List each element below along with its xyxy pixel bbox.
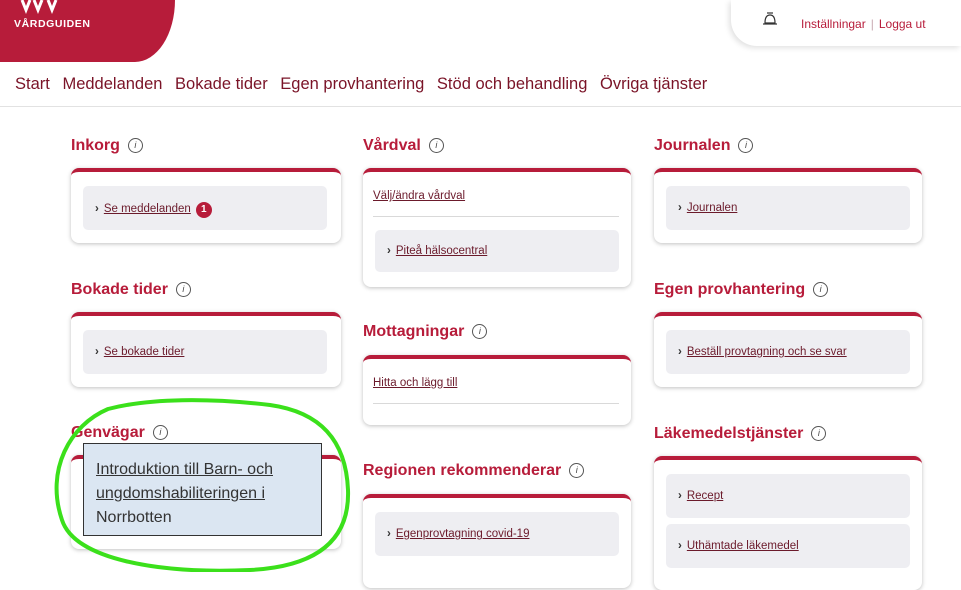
- vardguiden-logo[interactable]: VÅRDGUIDEN: [0, 0, 175, 62]
- info-icon[interactable]: i: [428, 138, 444, 153]
- hitta-och-lagg-till-link[interactable]: Hitta och lägg till: [373, 377, 457, 389]
- mottagningar-title: Mottagningar: [363, 323, 465, 340]
- unread-badge: 1: [195, 202, 212, 218]
- divider: [373, 216, 619, 217]
- pitea-halsocentral-item[interactable]: › Piteå hälsocentral: [375, 230, 619, 272]
- uthamtade-item[interactable]: › Uthämtade läkemedel: [666, 524, 910, 568]
- tooltip-line-1: Introduktion till Barn- och: [96, 461, 273, 478]
- chevron-right-icon: ›: [678, 540, 682, 552]
- journalen-link[interactable]: Journalen: [687, 202, 738, 214]
- info-icon[interactable]: i: [127, 138, 143, 153]
- lakemedel-card: › Recept › Uthämtade läkemedel: [654, 456, 922, 590]
- tooltip-line-3: Norrbotten: [96, 509, 172, 526]
- se-bokade-tider-item[interactable]: › Se bokade tider: [83, 330, 327, 374]
- recept-item[interactable]: › Recept: [666, 474, 910, 518]
- bestall-provtagning-link[interactable]: Beställ provtagning och se svar: [687, 346, 847, 358]
- info-icon[interactable]: i: [152, 425, 168, 440]
- se-bokade-tider-link[interactable]: Se bokade tider: [104, 346, 185, 358]
- recept-link[interactable]: Recept: [687, 490, 723, 502]
- section-title-vardval: Vårdval i: [363, 137, 444, 155]
- user-toolbar: Inställningar | Logga ut: [731, 0, 961, 46]
- chevron-right-icon: ›: [387, 528, 391, 540]
- info-icon[interactable]: i: [738, 138, 754, 153]
- egenprovtagning-item[interactable]: › Egenprovtagning covid-19: [375, 512, 619, 556]
- section-title-egen-provhantering: Egen provhantering i: [654, 281, 829, 299]
- vardval-card: Välj/ändra vårdval › Piteå hälsocentral: [363, 168, 631, 287]
- nav-egen-provhantering[interactable]: Egen provhantering: [280, 75, 424, 93]
- inkorg-card: › Se meddelanden 1: [71, 168, 341, 243]
- main-nav: Start Meddelanden Bokade tider Egen prov…: [15, 75, 715, 94]
- bokade-title: Bokade tider: [71, 281, 168, 298]
- info-icon[interactable]: i: [811, 426, 827, 441]
- regionen-title: Regionen rekommenderar: [363, 462, 562, 479]
- inkorg-title: Inkorg: [71, 137, 120, 154]
- bell-icon[interactable]: [761, 10, 779, 28]
- egen-provhantering-card: › Beställ provtagning och se svar: [654, 312, 922, 387]
- divider: [373, 403, 619, 404]
- mottagningar-card: Hitta och lägg till: [363, 355, 631, 425]
- section-title-genvagar: Genvägar i: [71, 424, 168, 442]
- chevron-right-icon: ›: [678, 490, 682, 502]
- valj-vardval-link[interactable]: Välj/ändra vårdval: [373, 190, 465, 202]
- nav-start[interactable]: Start: [15, 75, 50, 93]
- separator: |: [870, 17, 874, 31]
- section-title-inkorg: Inkorg i: [71, 137, 143, 155]
- section-title-lakemedel: Läkemedelstjänster i: [654, 425, 827, 443]
- nav-bokade-tider[interactable]: Bokade tider: [175, 75, 268, 93]
- journalen-title: Journalen: [654, 137, 731, 154]
- section-title-bokade: Bokade tider i: [71, 281, 191, 299]
- logo-mark-icon: [20, 0, 58, 14]
- chevron-right-icon: ›: [387, 245, 391, 257]
- se-meddelanden-item[interactable]: › Se meddelanden 1: [83, 186, 327, 230]
- bestall-provtagning-item[interactable]: › Beställ provtagning och se svar: [666, 330, 910, 374]
- lakemedel-title: Läkemedelstjänster: [654, 425, 804, 442]
- nav-stod-och-behandling[interactable]: Stöd och behandling: [437, 75, 587, 93]
- uthamtade-link[interactable]: Uthämtade läkemedel: [687, 540, 799, 552]
- section-title-regionen: Regionen rekommenderar i: [363, 462, 585, 480]
- info-icon[interactable]: i: [472, 324, 488, 339]
- shortcut-tooltip[interactable]: Introduktion till Barn- och ungdomshabil…: [83, 443, 322, 536]
- section-title-journalen: Journalen i: [654, 137, 754, 155]
- nav-ovriga-tjanster[interactable]: Övriga tjänster: [600, 75, 707, 93]
- chevron-right-icon: ›: [678, 346, 682, 358]
- bokade-card: › Se bokade tider: [71, 312, 341, 387]
- journalen-item[interactable]: › Journalen: [666, 186, 910, 230]
- egen-provhantering-title: Egen provhantering: [654, 281, 806, 298]
- egenprovtagning-link[interactable]: Egenprovtagning covid-19: [396, 528, 530, 540]
- journalen-card: › Journalen: [654, 168, 922, 243]
- section-title-mottagningar: Mottagningar i: [363, 323, 488, 341]
- logo-text: VÅRDGUIDEN: [14, 18, 91, 30]
- vardval-title: Vårdval: [363, 137, 421, 154]
- tooltip-line-2: ungdomshabiliteringen i: [96, 485, 265, 502]
- nav-meddelanden[interactable]: Meddelanden: [62, 75, 162, 93]
- se-meddelanden-link[interactable]: Se meddelanden: [104, 203, 191, 215]
- info-icon[interactable]: i: [569, 463, 585, 478]
- chevron-right-icon: ›: [95, 203, 99, 215]
- regionen-card: › Egenprovtagning covid-19: [363, 494, 631, 588]
- info-icon[interactable]: i: [813, 282, 829, 297]
- genvagar-title: Genvägar: [71, 424, 145, 441]
- chevron-right-icon: ›: [95, 346, 99, 358]
- nav-divider: [0, 106, 961, 107]
- logout-link[interactable]: Logga ut: [879, 17, 926, 31]
- chevron-right-icon: ›: [678, 202, 682, 214]
- pitea-halsocentral-link[interactable]: Piteå hälsocentral: [396, 245, 487, 257]
- settings-link[interactable]: Inställningar: [801, 17, 866, 31]
- info-icon[interactable]: i: [175, 282, 191, 297]
